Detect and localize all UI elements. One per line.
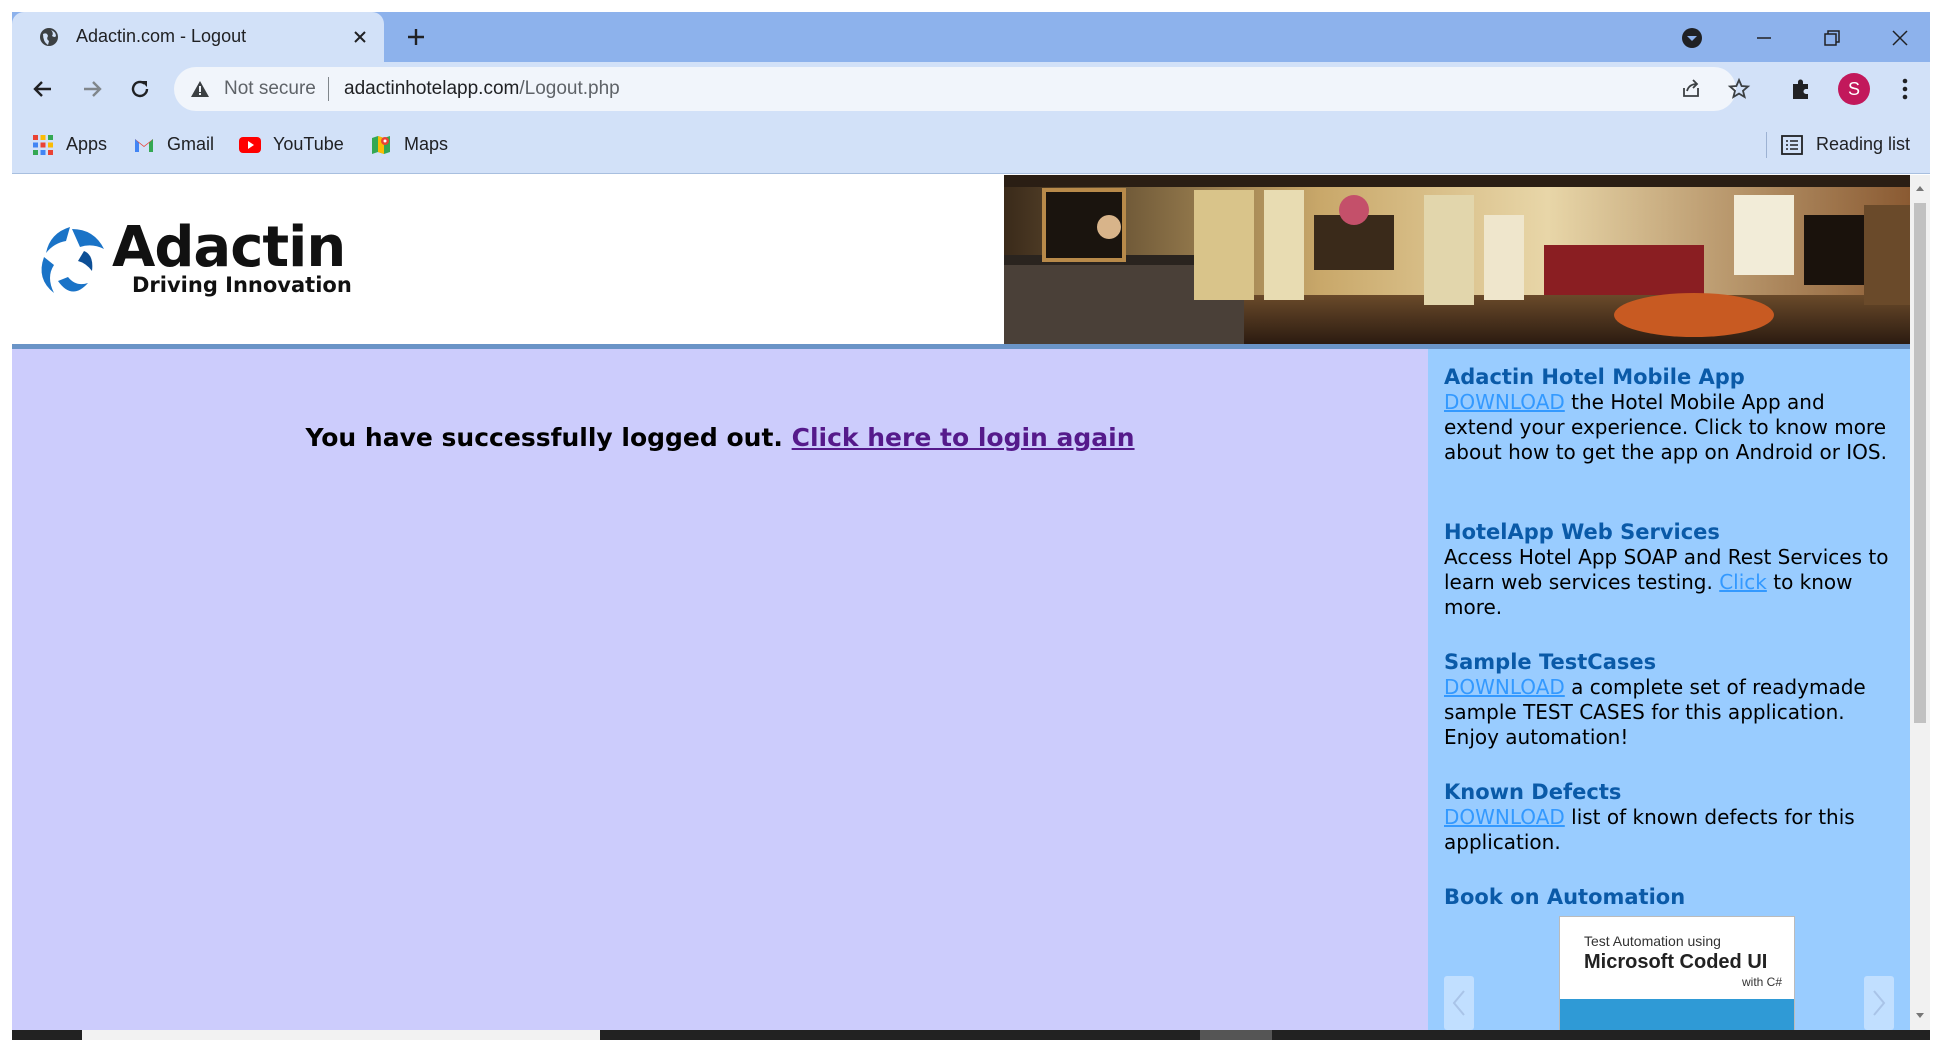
mobile-app-block: Adactin Hotel Mobile App DOWNLOAD the Ho… (1444, 365, 1894, 465)
bookmark-youtube[interactable]: YouTube (239, 133, 349, 157)
mobile-app-text: DOWNLOAD the Hotel Mobile App and extend… (1444, 390, 1894, 465)
bookmark-maps[interactable]: Maps (370, 133, 460, 157)
test-cases-heading: Sample TestCases (1444, 650, 1657, 674)
tab-strip: Adactin.com - Logout (12, 12, 1930, 62)
book-cover-image[interactable]: Test Automation using Microsoft Coded UI… (1559, 916, 1795, 1030)
reading-list-icon (1781, 135, 1803, 155)
main-content: You have successfully logged out. Click … (12, 349, 1428, 1030)
bookmarks-divider (1766, 132, 1767, 158)
carousel-prev-button[interactable] (1444, 976, 1474, 1030)
carousel-next-button[interactable] (1864, 976, 1894, 1030)
bookmark-label: YouTube (273, 134, 344, 154)
known-defects-block: Known Defects DOWNLOAD list of known def… (1444, 780, 1894, 855)
forward-arrow-icon[interactable] (78, 75, 106, 103)
minimize-icon[interactable] (1752, 26, 1776, 50)
known-defects-heading: Known Defects (1444, 780, 1622, 804)
security-label[interactable]: Not secure (224, 78, 316, 100)
restore-icon[interactable] (1820, 26, 1844, 50)
reload-icon[interactable] (126, 75, 154, 103)
url-path: /Logout.php (519, 78, 620, 99)
reading-list-label: Reading list (1816, 134, 1911, 154)
logout-message: You have successfully logged out. Click … (12, 423, 1428, 452)
tab-active[interactable]: Adactin.com - Logout (12, 12, 384, 62)
book-cover-line1: Test Automation using (1584, 933, 1721, 949)
horizontal-scroll-thumb[interactable] (82, 1030, 600, 1040)
close-window-icon[interactable] (1888, 26, 1912, 50)
test-cases-block: Sample TestCases DOWNLOAD a complete set… (1444, 650, 1894, 750)
profile-avatar[interactable]: S (1838, 73, 1870, 105)
logo-tagline: Driving Innovation (132, 273, 352, 297)
globe-icon (40, 28, 58, 46)
book-heading: Book on Automation (1444, 885, 1686, 909)
scroll-down-arrow-icon[interactable] (1910, 1008, 1930, 1024)
apps-grid-icon (33, 135, 53, 155)
warning-icon[interactable] (190, 79, 210, 99)
url-host: adactinhotelapp.com (344, 78, 520, 99)
close-tab-icon[interactable] (350, 27, 370, 47)
bookmark-label: Apps (66, 134, 108, 154)
book-cover-title: Microsoft Coded UI (1584, 951, 1768, 973)
bookmark-star-icon[interactable] (1727, 77, 1751, 101)
tab-search-icon[interactable] (1680, 26, 1704, 50)
login-again-link[interactable]: Click here to login again (792, 423, 1135, 452)
page-viewport: Adactin Driving Innovation You have succ… (12, 175, 1910, 1030)
youtube-icon (239, 137, 261, 153)
bookmark-gmail[interactable]: Gmail (133, 133, 223, 157)
known-defects-download-link[interactable]: DOWNLOAD (1444, 805, 1565, 829)
share-icon[interactable] (1679, 77, 1703, 101)
extensions-puzzle-icon[interactable] (1788, 76, 1814, 102)
logo-swirl-icon (41, 227, 104, 293)
site-logo[interactable]: Adactin Driving Innovation (32, 215, 362, 307)
tab-title: Adactin.com - Logout (76, 26, 247, 46)
bookmark-label: Maps (404, 134, 449, 154)
vertical-scroll-thumb[interactable] (1914, 203, 1926, 723)
book-block: Book on Automation (1444, 885, 1894, 910)
maps-icon (372, 136, 390, 154)
web-services-click-link[interactable]: Click (1719, 570, 1767, 594)
browser-toolbar: Not secure adactinhotelapp.com/Logout.ph… (12, 62, 1930, 116)
new-tab-icon[interactable] (404, 25, 428, 49)
back-arrow-icon[interactable] (29, 75, 57, 103)
hotel-lobby-banner-image (1004, 175, 1910, 345)
horizontal-scrollbar[interactable] (12, 1030, 1930, 1040)
web-services-heading: HotelApp Web Services (1444, 520, 1720, 544)
horizontal-scroll-marker (1200, 1030, 1272, 1040)
gmail-icon (135, 139, 153, 152)
address-bar[interactable]: Not secure adactinhotelapp.com/Logout.ph… (174, 67, 1751, 111)
chevron-right-icon (1873, 990, 1886, 1016)
browser-window: Adactin.com - Logout Not secure adactinh… (12, 12, 1930, 1040)
bookmarks-bar: Apps Gmail YouTube Maps Reading list (12, 116, 1930, 174)
scroll-up-arrow-icon[interactable] (1910, 181, 1930, 197)
logout-text: You have successfully logged out. (305, 423, 783, 452)
url-text[interactable]: adactinhotelapp.com/Logout.php (344, 78, 620, 100)
web-services-text: Access Hotel App SOAP and Rest Services … (1444, 545, 1894, 620)
site-header: Adactin Driving Innovation (12, 175, 1910, 349)
test-cases-download-link[interactable]: DOWNLOAD (1444, 675, 1565, 699)
web-services-block: HotelApp Web Services Access Hotel App S… (1444, 520, 1894, 620)
bookmark-apps[interactable]: Apps (32, 133, 122, 157)
book-cover-subtitle: with C# (1742, 975, 1783, 989)
more-menu-icon[interactable] (1892, 76, 1918, 102)
sidebar: Adactin Hotel Mobile App DOWNLOAD the Ho… (1428, 349, 1910, 1030)
logo-wordmark: Adactin (112, 215, 346, 280)
test-cases-text: DOWNLOAD a complete set of readymade sam… (1444, 675, 1894, 750)
reading-list-button[interactable]: Reading list (1780, 133, 1920, 157)
mobile-app-download-link[interactable]: DOWNLOAD (1444, 390, 1565, 414)
known-defects-text: DOWNLOAD list of known defects for this … (1444, 805, 1894, 855)
book-cover-band (1560, 999, 1794, 1030)
bookmark-label: Gmail (167, 134, 215, 154)
omnibox-divider (328, 77, 329, 101)
chevron-left-icon (1452, 990, 1465, 1016)
mobile-app-heading: Adactin Hotel Mobile App (1444, 365, 1745, 389)
vertical-scrollbar[interactable] (1910, 175, 1930, 1030)
